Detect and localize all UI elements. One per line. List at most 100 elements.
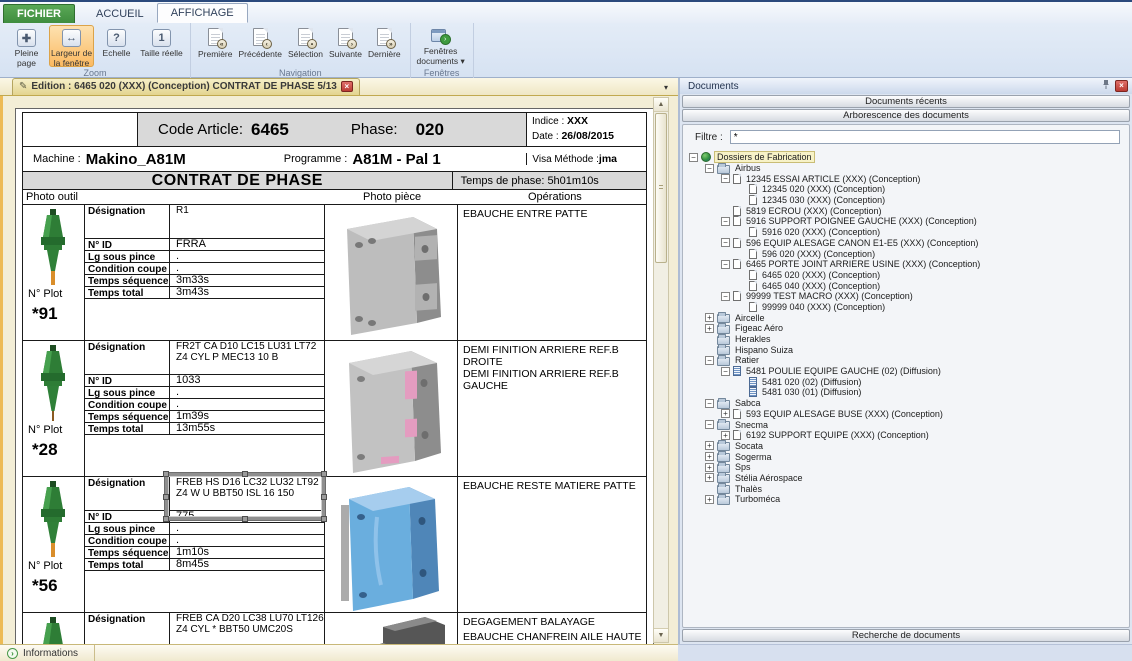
taille-reelle-button[interactable]: 1 Taille réelle	[139, 25, 184, 67]
tree-item[interactable]: + Sogerma	[687, 451, 1129, 462]
derniere-button[interactable]: » Dernière	[365, 25, 404, 67]
tree-item[interactable]: + Turboméca	[687, 494, 1129, 505]
tree-expander-icon[interactable]: −	[721, 260, 730, 269]
tree-expander-icon[interactable]: −	[721, 238, 730, 247]
tree-item[interactable]: Thalès	[687, 483, 1129, 494]
plot-number: *56	[32, 576, 58, 596]
tree-expander-icon[interactable]: +	[721, 431, 730, 440]
tree-item-icon	[733, 366, 741, 376]
document-close-button[interactable]: ×	[341, 81, 353, 92]
tool-row-4[interactable]: DésignationFREB CA D20 LC38 LU70 LT126 Z…	[22, 613, 647, 644]
tree-item[interactable]: 6465 020 (XXX) (Conception)	[687, 270, 1129, 281]
tool-row-3[interactable]: N° Plot *56 Désignation	[22, 477, 647, 613]
tree-item[interactable]: Hispano Suiza	[687, 344, 1129, 355]
scrollbar-thumb[interactable]	[655, 113, 667, 263]
tree-item[interactable]: − 99999 TEST MACRO (XXX) (Conception)	[687, 291, 1129, 302]
tree-item[interactable]: − 596 EQUIP ALESAGE CANON E1-E5 (XXX) (C…	[687, 238, 1129, 249]
largeur-fenetre-label: Largeur de la fenêtre	[50, 49, 93, 68]
tree-item[interactable]: 5481 030 (01) (Diffusion)	[687, 387, 1129, 398]
panel-close-button[interactable]: ×	[1115, 80, 1128, 92]
tree-expander-icon[interactable]: −	[705, 164, 714, 173]
tree-expander-icon[interactable]: −	[689, 153, 698, 162]
tree-item[interactable]: − 6465 PORTE JOINT ARRIERE USINE (XXX) (…	[687, 259, 1129, 270]
scroll-up-icon[interactable]: ▲	[654, 98, 668, 112]
informations-tab[interactable]: › Informations	[0, 645, 95, 661]
tree-expander-icon[interactable]: −	[721, 292, 730, 301]
tree-expander-icon[interactable]: −	[721, 367, 730, 376]
tree-item[interactable]: 12345 020 (XXX) (Conception)	[687, 184, 1129, 195]
pin-icon[interactable]	[1101, 79, 1111, 93]
lg-value: .	[170, 387, 324, 398]
tree-item[interactable]: − 12345 ESSAI ARTICLE (XXX) (Conception)	[687, 173, 1129, 184]
tree-item[interactable]: 596 020 (XXX) (Conception)	[687, 248, 1129, 259]
echelle-button[interactable]: ? Echelle	[94, 25, 139, 67]
documents-panel-title: Documents	[688, 81, 739, 92]
filter-input[interactable]	[730, 130, 1120, 144]
tool-holder-image	[33, 481, 73, 559]
arborescence-button[interactable]: Arborescence des documents	[682, 109, 1130, 122]
cond-label: Condition coupe	[85, 535, 170, 546]
tree-item[interactable]: − Dossiers de Fabrication	[687, 152, 1129, 163]
designation-value-selected[interactable]: FREB HS D16 LC32 LU32 LT92 Z4 W U BBT50 …	[170, 477, 324, 510]
scroll-down-icon[interactable]: ▼	[654, 628, 668, 642]
tree-item[interactable]: + Socata	[687, 441, 1129, 452]
tree-item[interactable]: + Figeac Aéro	[687, 323, 1129, 334]
precedente-button[interactable]: ‹ Précédente	[235, 25, 284, 67]
actual-size-icon: 1	[152, 29, 171, 47]
tab-fichier[interactable]: FICHIER	[3, 4, 75, 23]
tree-item[interactable]: Herakles	[687, 334, 1129, 345]
tree-item[interactable]: 6465 040 (XXX) (Conception)	[687, 280, 1129, 291]
tree-expander-icon[interactable]: −	[721, 174, 730, 183]
tab-affichage[interactable]: AFFICHAGE	[157, 3, 248, 23]
tree-expander-icon[interactable]: −	[705, 356, 714, 365]
tree-item[interactable]: + Aircelle	[687, 312, 1129, 323]
tree-item-icon	[717, 474, 730, 483]
tree-item[interactable]: 12345 030 (XXX) (Conception)	[687, 195, 1129, 206]
tool-row-1[interactable]: N° Plot *91 DésignationR1 N° IDFRRA Lg s…	[22, 205, 647, 341]
tree-item[interactable]: − Ratier	[687, 355, 1129, 366]
recherche-documents-button[interactable]: Recherche de documents	[682, 629, 1130, 642]
tree-item[interactable]: − 5916 SUPPORT POIGNEE GAUCHE (XXX) (Con…	[687, 216, 1129, 227]
viewer-scrollbar[interactable]: ▲ ▼	[653, 97, 669, 643]
tree-item-label: Sps	[733, 462, 753, 472]
tree-expander-icon[interactable]: −	[705, 399, 714, 408]
tool-row-2[interactable]: N° Plot *28 DésignationFR2T CA D10 LC15 …	[22, 341, 647, 477]
suivante-button[interactable]: › Suivante	[326, 25, 365, 67]
documents-recents-button[interactable]: Documents récents	[682, 95, 1130, 108]
tree-item[interactable]: + Stélia Aérospace	[687, 473, 1129, 484]
tree-item[interactable]: − Sabca	[687, 398, 1129, 409]
document-tab[interactable]: ✎ Edition : 6465 020 (XXX) (Conception) …	[12, 78, 360, 95]
tree-item[interactable]: 5819 ECROU (XXX) (Conception)	[687, 205, 1129, 216]
tree-item[interactable]: + 593 EQUIP ALESAGE BUSE (XXX) (Concepti…	[687, 409, 1129, 420]
tree-expander-icon[interactable]: +	[705, 324, 714, 333]
tab-list-caret-icon[interactable]: ▾	[664, 83, 668, 92]
tree-expander-icon[interactable]: +	[721, 409, 730, 418]
largeur-fenetre-button[interactable]: ↔ Largeur de la fenêtre	[49, 25, 94, 67]
tree-expander-icon[interactable]: +	[705, 463, 714, 472]
part-image-gray-pink	[325, 341, 456, 475]
fenetres-documents-button[interactable]: › Fenêtres documents ▾	[415, 25, 467, 67]
tree-expander-icon[interactable]: +	[705, 473, 714, 482]
tree-expander-icon[interactable]: +	[705, 313, 714, 322]
pleine-page-button[interactable]: ✚ Pleine page	[4, 25, 49, 67]
tab-accueil[interactable]: ACCUEIL	[83, 5, 157, 23]
tree-item[interactable]: 99999 040 (XXX) (Conception)	[687, 302, 1129, 313]
tree-expander-icon[interactable]: −	[721, 217, 730, 226]
tool-photo-cell: N° Plot *28	[23, 341, 85, 476]
tree-item[interactable]: 5916 020 (XXX) (Conception)	[687, 227, 1129, 238]
tree-item[interactable]: − Airbus	[687, 163, 1129, 174]
tree-expander-icon[interactable]: −	[705, 420, 714, 429]
tree-item[interactable]: 5481 020 (02) (Diffusion)	[687, 376, 1129, 387]
derniere-label: Dernière	[368, 49, 401, 59]
tree-item[interactable]: − 5481 POULIE EQUIPE GAUCHE (02) (Diffus…	[687, 366, 1129, 377]
selection-button[interactable]: • Sélection	[285, 25, 326, 67]
tree-item[interactable]: + Sps	[687, 462, 1129, 473]
tree-expander-icon[interactable]: +	[705, 452, 714, 461]
tree-expander-icon[interactable]: +	[705, 495, 714, 504]
tree-item-label: Herakles	[733, 334, 773, 344]
premiere-button[interactable]: « Première	[195, 25, 235, 67]
total-value: 3m43s	[170, 287, 324, 298]
tree-expander-icon[interactable]: +	[705, 441, 714, 450]
tree-item[interactable]: + 6192 SUPPORT EQUIPE (XXX) (Conception)	[687, 430, 1129, 441]
tree-item[interactable]: − Snecma	[687, 419, 1129, 430]
